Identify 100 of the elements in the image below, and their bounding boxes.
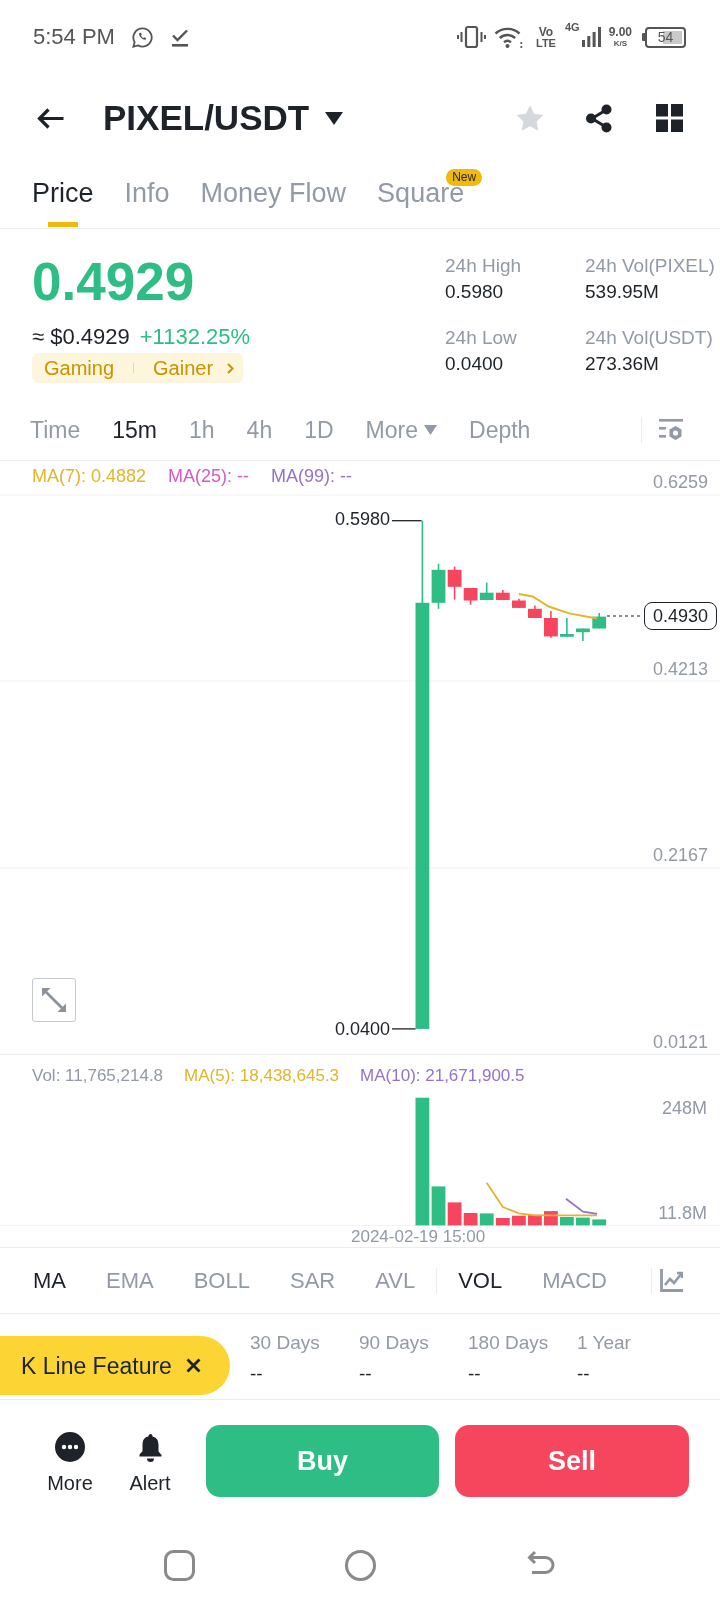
buy-button[interactable]: Buy xyxy=(206,1425,439,1497)
tab[interactable]: Price xyxy=(32,177,94,227)
period-label: 30 Days xyxy=(250,1331,321,1355)
more-dots-icon xyxy=(55,1432,85,1462)
price-change: +1132.25% xyxy=(139,324,251,350)
stat-label: 24h Low xyxy=(445,326,518,350)
period-value: -- xyxy=(468,1362,482,1386)
close-icon[interactable] xyxy=(185,1358,201,1373)
period-value: -- xyxy=(359,1362,373,1386)
interval-option[interactable]: Time xyxy=(30,416,81,444)
interval-option[interactable]: 1h xyxy=(189,416,215,444)
stat-label: 24h Vol(USDT) xyxy=(585,326,714,350)
bell-icon xyxy=(137,1433,163,1462)
leader-line xyxy=(391,520,423,522)
volume-axis-label: 11.8M xyxy=(658,1202,707,1224)
tab[interactable]: Info xyxy=(124,177,170,227)
new-badge: New xyxy=(446,169,483,186)
period-label: 180 Days xyxy=(468,1331,550,1355)
interval-option[interactable]: 4h xyxy=(246,416,273,444)
battery-percent: 54 xyxy=(657,29,674,45)
period-label: 90 Days xyxy=(359,1331,430,1355)
tick-underline-icon xyxy=(170,27,189,47)
stat-label: 24h Vol(PIXEL) xyxy=(585,254,716,278)
period-value: -- xyxy=(250,1362,264,1386)
interval-option[interactable]: 15m xyxy=(112,416,157,444)
caret-down-icon xyxy=(424,425,437,435)
pair-title[interactable]: PIXEL/USDT xyxy=(103,98,310,138)
stat-value: 273.36M xyxy=(585,352,660,376)
indicator-tab[interactable]: MA xyxy=(33,1266,66,1295)
signal-bars-icon xyxy=(581,27,601,47)
star-icon[interactable] xyxy=(515,103,545,133)
caret-down-icon[interactable] xyxy=(325,111,344,125)
price-axis-label: 0.2167 xyxy=(652,844,708,866)
recents-icon[interactable] xyxy=(164,1550,195,1581)
stat-value: 0.0400 xyxy=(445,352,505,376)
network-speed: 9.00 xyxy=(608,26,632,39)
home-icon[interactable] xyxy=(345,1550,376,1581)
indicator-tab[interactable]: SAR xyxy=(289,1266,336,1295)
indicator-tab[interactable]: MACD xyxy=(542,1266,607,1295)
price-axis-label: 0.6259 xyxy=(652,471,708,493)
interval-option[interactable]: Depth xyxy=(469,416,531,444)
category-tag[interactable]: Gainer xyxy=(153,356,214,380)
banner-label: K Line Feature xyxy=(21,1351,172,1380)
candle xyxy=(512,597,526,609)
period-label: 1 Year xyxy=(577,1331,632,1355)
network-speed-unit: K/S xyxy=(613,39,627,48)
grid-icon[interactable] xyxy=(656,104,683,132)
expand-button[interactable] xyxy=(32,978,76,1022)
indicator-tab[interactable]: BOLL xyxy=(193,1266,250,1295)
candle xyxy=(544,610,558,639)
sell-button[interactable]: Sell xyxy=(455,1425,689,1497)
chat-bubble-icon xyxy=(130,25,154,49)
ma-legend-label: MA(99): -- xyxy=(271,465,353,487)
volte-label: LTE xyxy=(536,37,556,49)
stat-value: 0.5980 xyxy=(445,280,505,304)
candle xyxy=(528,604,542,619)
time-axis-label: 2024-02-19 15:00 xyxy=(351,1227,486,1247)
volume-bar xyxy=(592,1219,607,1226)
volume-legend-label: MA(5): 18,438,645.3 xyxy=(184,1065,340,1087)
chevron-right-icon[interactable] xyxy=(227,362,235,374)
back-arrow-icon[interactable] xyxy=(36,106,65,130)
ma-legend-label: MA(25): -- xyxy=(168,465,250,487)
feature-banner[interactable]: K Line Feature xyxy=(0,1336,230,1395)
shortcut-button[interactable]: Alert xyxy=(120,1432,180,1495)
fiat-price: ≈ $0.4929 xyxy=(32,324,130,350)
category-tag[interactable]: Gaming xyxy=(44,356,115,380)
shortcut-button[interactable]: More xyxy=(40,1432,100,1495)
network-type: 4G xyxy=(564,21,580,33)
stat-label: 24h High xyxy=(445,254,523,278)
ma-legend-label: MA(7): 0.4882 xyxy=(32,465,147,487)
stat-value: 539.95M xyxy=(585,280,660,304)
price-axis-label: 0.0121 xyxy=(652,1031,708,1053)
volume-axis-label: 248M xyxy=(661,1097,707,1119)
low-price-label: 0.0400 xyxy=(334,1018,390,1040)
last-price-tag: 0.4930 xyxy=(643,602,717,630)
line-chart-icon[interactable] xyxy=(659,1269,683,1292)
volume-legend-label: MA(10): 21,671,900.5 xyxy=(360,1065,525,1087)
indicator-tab[interactable]: EMA xyxy=(106,1266,154,1295)
volume-bar xyxy=(528,1214,542,1226)
volume-legend-label: Vol: 11,765,214.8 xyxy=(32,1065,164,1087)
high-price-label: 0.5980 xyxy=(334,508,390,530)
leader-line xyxy=(391,1028,417,1030)
status-time: 5:54 PM xyxy=(33,24,115,50)
indicator-tab[interactable]: AVL xyxy=(375,1266,416,1295)
last-price: 0.4929 xyxy=(32,255,196,308)
tab[interactable]: Money Flow xyxy=(200,177,347,227)
candle xyxy=(576,627,590,642)
chart-settings-icon[interactable] xyxy=(659,418,683,442)
interval-option[interactable]: 1D xyxy=(304,416,334,444)
wifi-icon xyxy=(494,25,523,49)
period-value: -- xyxy=(577,1362,591,1386)
indicator-tab[interactable]: VOL xyxy=(458,1266,503,1295)
volume-bar xyxy=(512,1215,526,1226)
vibrate-icon xyxy=(457,25,486,49)
interval-dropdown[interactable]: More xyxy=(365,416,437,444)
share-icon[interactable] xyxy=(585,103,613,133)
volume-bar xyxy=(560,1217,574,1226)
volume-bar xyxy=(576,1217,590,1226)
price-axis-label: 0.4213 xyxy=(652,658,708,680)
expand-arrows-icon xyxy=(41,987,67,1013)
